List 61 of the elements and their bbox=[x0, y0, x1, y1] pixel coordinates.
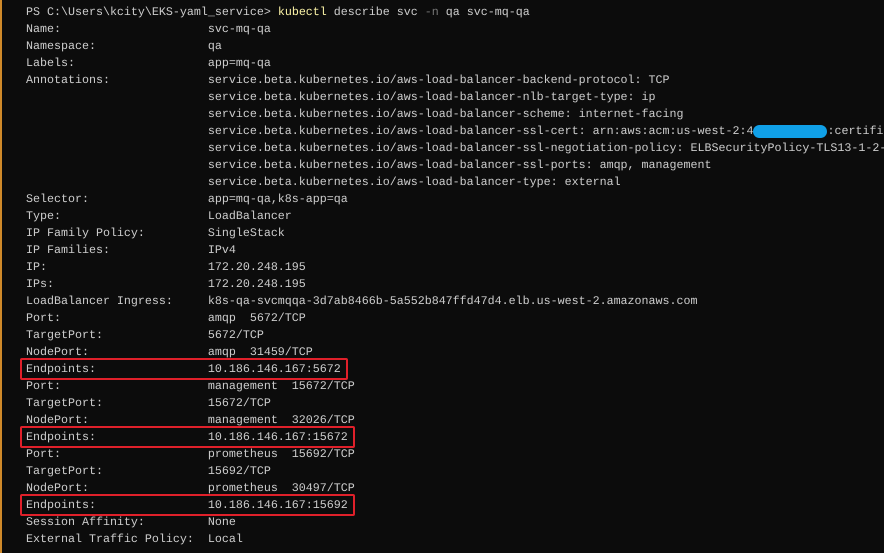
field-label: TargetPort: bbox=[26, 395, 104, 412]
field-value: None bbox=[208, 514, 236, 531]
command-name: kubectl bbox=[278, 4, 327, 21]
field-label: IP Families: bbox=[26, 242, 111, 259]
field-value: amqp 5672/TCP bbox=[208, 310, 306, 327]
field-value: 5672/TCP bbox=[208, 327, 264, 344]
field-label: IP: bbox=[26, 259, 48, 276]
field-value: service.beta.kubernetes.io/aws-load-balancer-scheme: internet-facing bbox=[208, 106, 684, 123]
field-value: 172.20.248.195 bbox=[208, 276, 306, 293]
field-label: Port: bbox=[26, 378, 62, 395]
field-label: External Traffic Policy: bbox=[26, 531, 195, 548]
field-label: Selector: bbox=[26, 191, 90, 208]
field-label: IPs: bbox=[26, 276, 55, 293]
field-value: 10.186.146.167:15672 bbox=[208, 428, 348, 446]
field-value: LoadBalancer bbox=[208, 208, 292, 225]
field-label: Endpoints: bbox=[26, 428, 97, 446]
field-value: 10.186.146.167:5672 bbox=[208, 360, 341, 378]
field-value: amqp 31459/TCP bbox=[208, 344, 313, 361]
field-label: Endpoints: bbox=[26, 496, 97, 514]
field-value: Local bbox=[208, 531, 243, 548]
field-label: Endpoints: bbox=[26, 360, 97, 378]
field-value: IPv4 bbox=[208, 242, 236, 259]
field-value: SingleStack bbox=[208, 225, 285, 242]
field-value: prometheus 30497/TCP bbox=[208, 480, 355, 497]
command-args: qa svc-mq-qa bbox=[446, 4, 530, 21]
field-value: prometheus 15692/TCP bbox=[208, 446, 355, 463]
field-value: service.beta.kubernetes.io/aws-load-balancer-type: external bbox=[208, 174, 621, 191]
field-value: 15692/TCP bbox=[208, 463, 271, 480]
field-label: TargetPort: bbox=[26, 327, 104, 344]
field-value: 15672/TCP bbox=[208, 395, 271, 412]
field-label: Name: bbox=[26, 21, 62, 38]
field-value: k8s-qa-svcmqqa-3d7ab8466b-5a552b847ffd47d4.elb.us-west-2.amazonaws.com bbox=[208, 293, 698, 310]
field-label: NodePort: bbox=[26, 412, 90, 429]
field-label: TargetPort: bbox=[26, 463, 104, 480]
field-label: LoadBalancer Ingress: bbox=[26, 293, 174, 310]
field-label: NodePort: bbox=[26, 344, 90, 361]
field-value: 172.20.248.195 bbox=[208, 259, 306, 276]
field-value: 10.186.146.167:15692 bbox=[208, 496, 348, 514]
field-label: Annotations: bbox=[26, 72, 111, 89]
field-label: Namespace: bbox=[26, 38, 97, 55]
field-value: service.beta.kubernetes.io/aws-load-balancer-ssl-ports: amqp, management bbox=[208, 157, 712, 174]
field-label: IP Family Policy: bbox=[26, 225, 146, 242]
field-value: management 32026/TCP bbox=[208, 412, 355, 429]
field-value: management 15672/TCP bbox=[208, 378, 355, 395]
command-args: describe svc bbox=[334, 4, 418, 21]
field-value: service.beta.kubernetes.io/aws-load-balancer-ssl-negotiation-policy: ELBSecurityPolicy-TLS13-1-2- bbox=[208, 140, 884, 157]
field-value: svc-mq-qa bbox=[208, 21, 271, 38]
field-value: service.beta.kubernetes.io/aws-load-balancer-nlb-target-type: ip bbox=[208, 89, 656, 106]
command-option-text: -n bbox=[424, 4, 439, 21]
field-label: Port: bbox=[26, 446, 62, 463]
field-label: Session Affinity: bbox=[26, 514, 146, 531]
field-label: NodePort: bbox=[26, 480, 90, 497]
field-label: Labels: bbox=[26, 55, 76, 72]
field-value: app=mq-qa,k8s-app=qa bbox=[208, 191, 348, 208]
field-value: qa bbox=[208, 38, 222, 55]
field-value: app=mq-qa bbox=[208, 55, 271, 72]
field-value: service.beta.kubernetes.io/aws-load-balancer-backend-protocol: TCP bbox=[208, 72, 670, 89]
field-value: service.beta.kubernetes.io/aws-load-balancer-ssl-cert: arn:aws:acm:us-west-2:4 :certifi bbox=[208, 123, 884, 140]
field-label: Type: bbox=[26, 208, 62, 225]
field-label: Port: bbox=[26, 310, 62, 327]
prompt-path: PS C:\Users\kcity\EKS-yaml_service> bbox=[26, 4, 271, 21]
